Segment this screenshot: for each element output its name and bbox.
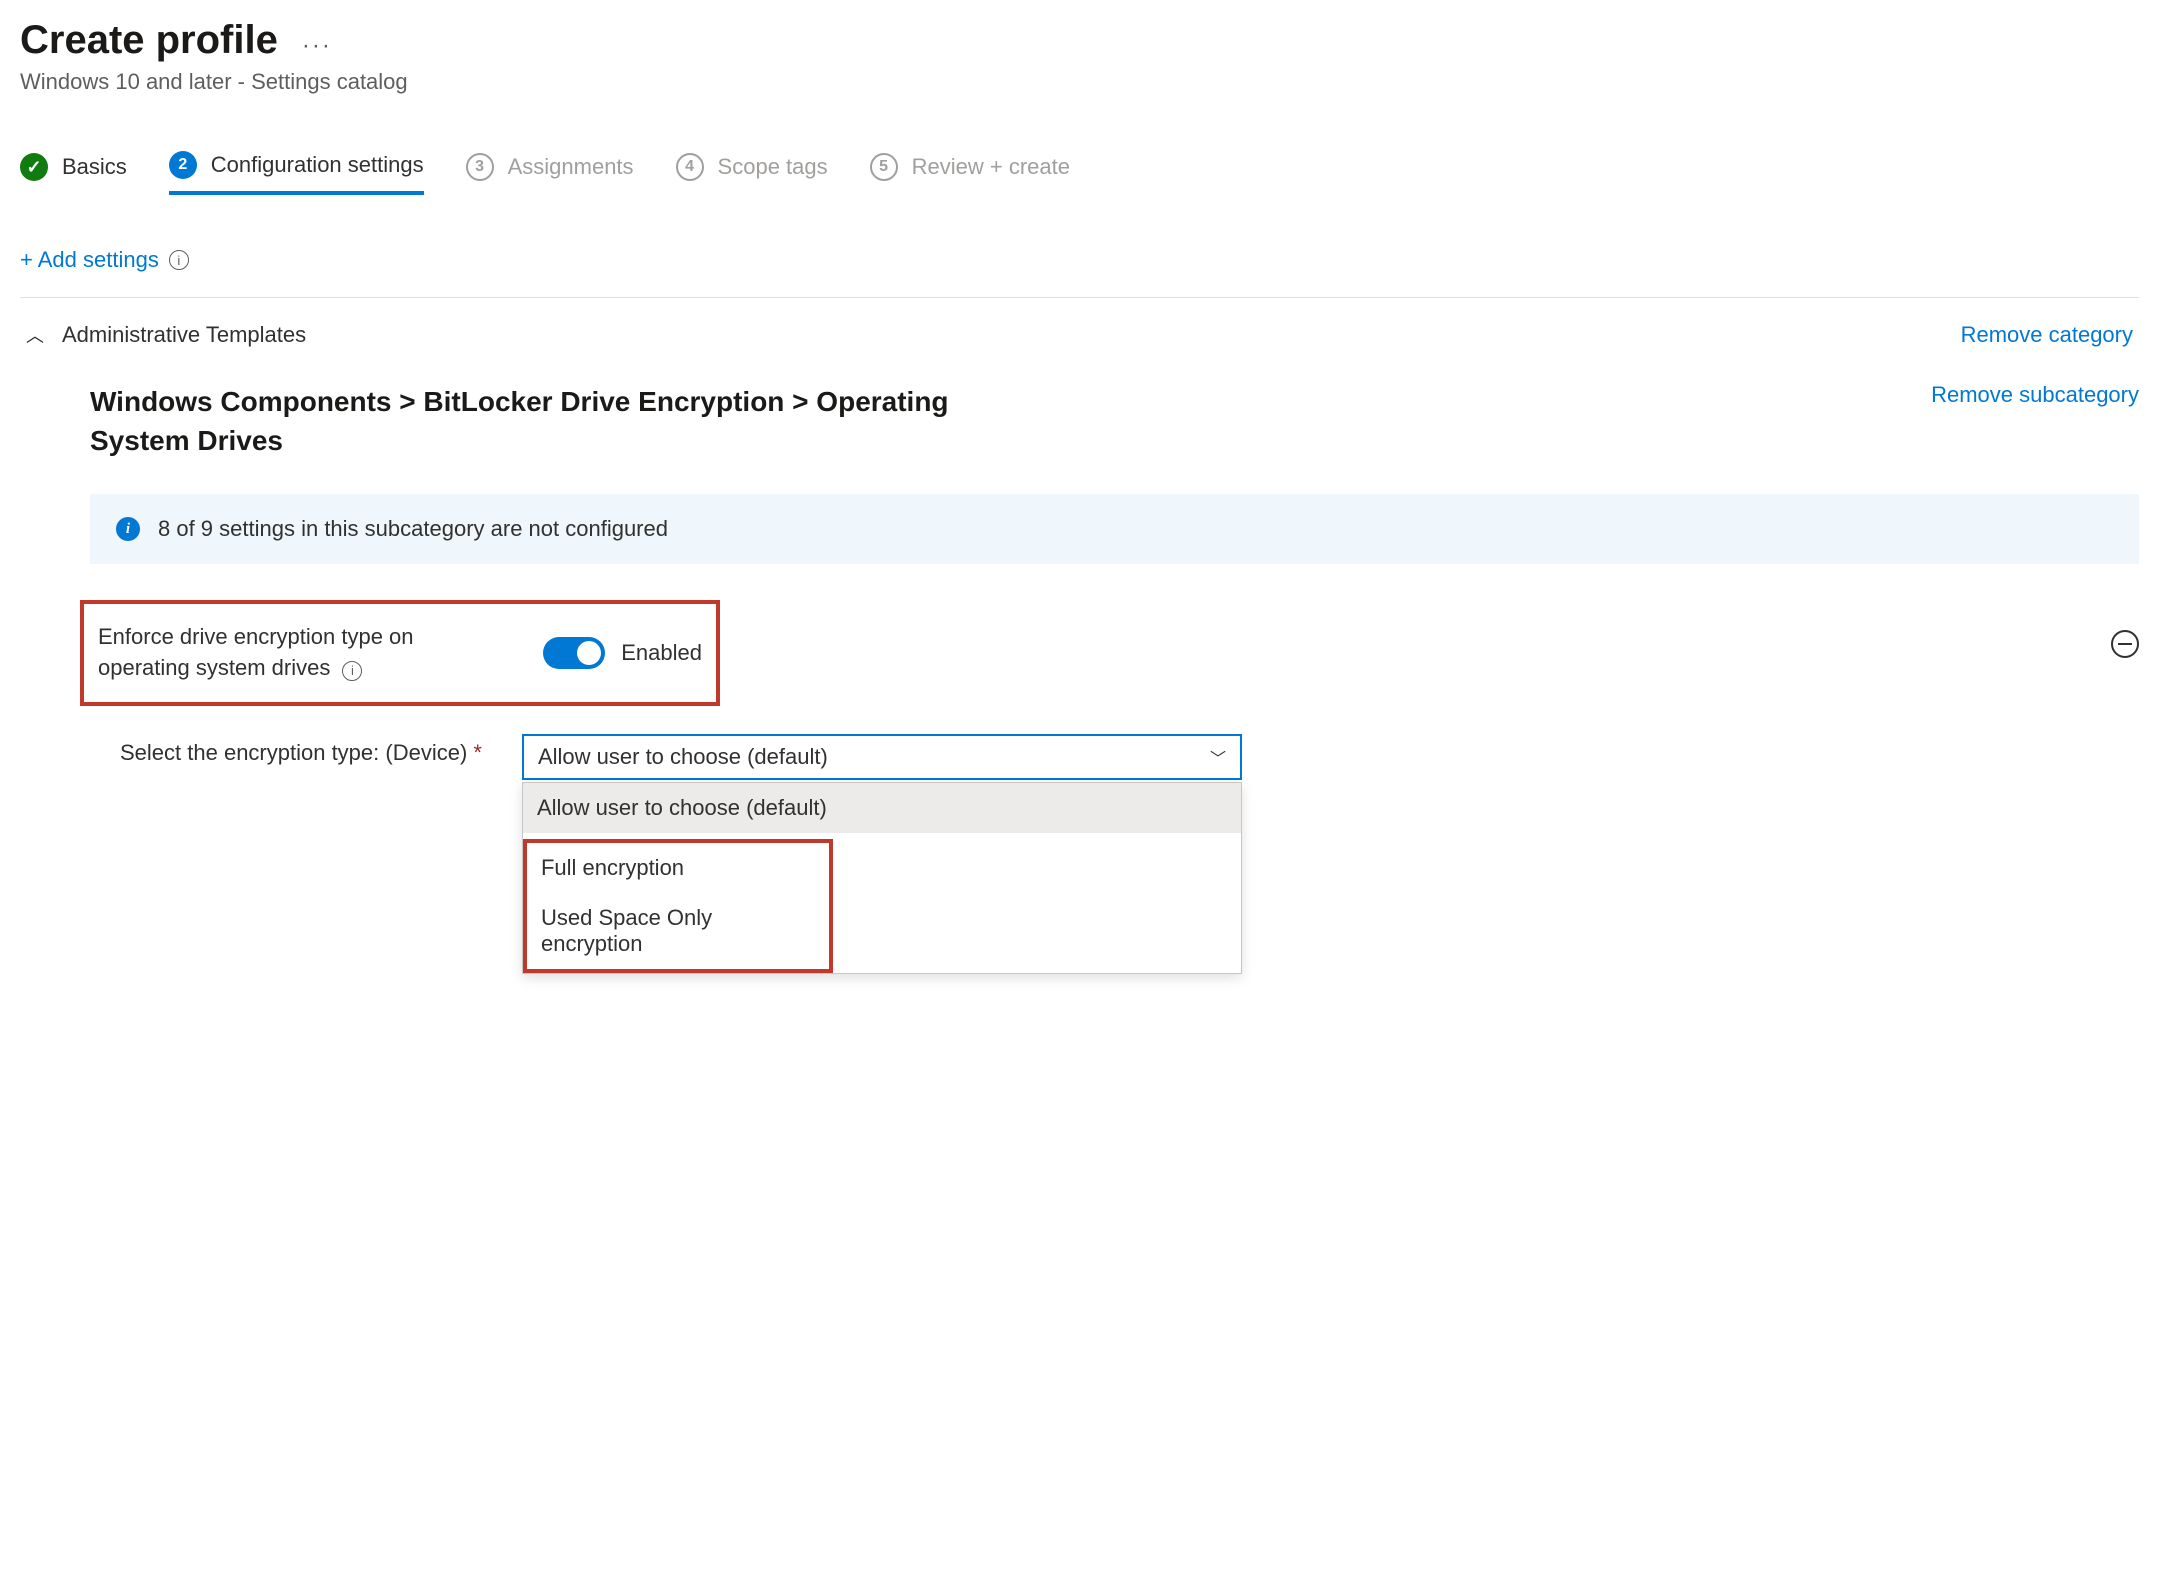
step-scope-tags[interactable]: 4 Scope tags: [676, 153, 828, 193]
dropdown-selected-value: Allow user to choose (default): [538, 744, 828, 770]
page-title: Create profile: [20, 18, 278, 63]
dropdown-option[interactable]: Full encryption: [527, 843, 829, 893]
toggle-state-label: Enabled: [621, 640, 702, 666]
step-label: Scope tags: [718, 154, 828, 180]
dropdown-list: Allow user to choose (default) Full encr…: [522, 782, 1242, 974]
info-icon[interactable]: i: [342, 661, 362, 681]
step-label: Review + create: [912, 154, 1070, 180]
remove-setting-button[interactable]: [2111, 630, 2139, 658]
step-basics[interactable]: ✓ Basics: [20, 153, 127, 193]
remove-category-link[interactable]: Remove category: [1961, 322, 2133, 348]
encryption-type-dropdown[interactable]: Allow user to choose (default) ﹀: [522, 734, 1242, 780]
step-number-icon: 2: [169, 151, 197, 179]
step-review-create[interactable]: 5 Review + create: [870, 153, 1070, 193]
step-assignments[interactable]: 3 Assignments: [466, 153, 634, 193]
step-label: Basics: [62, 154, 127, 180]
required-indicator: *: [473, 740, 482, 765]
category-title: Administrative Templates: [62, 322, 306, 348]
more-actions-button[interactable]: ···: [302, 32, 332, 60]
setting-toggle[interactable]: [543, 637, 605, 669]
divider: [20, 297, 2139, 298]
chevron-up-icon: ︿: [26, 322, 44, 348]
setting-enforce-encryption: Enforce drive encryption type on operati…: [80, 600, 720, 706]
category-toggle[interactable]: ︿ Administrative Templates: [26, 322, 306, 348]
info-bar-text: 8 of 9 settings in this subcategory are …: [158, 516, 668, 542]
chevron-down-icon: ﹀: [1210, 745, 1226, 769]
page-subtitle: Windows 10 and later - Settings catalog: [20, 69, 2139, 95]
info-icon[interactable]: i: [169, 250, 189, 270]
wizard-stepper: ✓ Basics 2 Configuration settings 3 Assi…: [20, 151, 2139, 195]
info-bar: i 8 of 9 settings in this subcategory ar…: [90, 494, 2139, 564]
step-label: Assignments: [508, 154, 634, 180]
toggle-knob: [577, 641, 601, 665]
dropdown-option[interactable]: Allow user to choose (default): [523, 783, 1241, 833]
setting-label: Enforce drive encryption type on operati…: [98, 622, 448, 684]
sub-setting-label: Select the encryption type: (Device) *: [120, 734, 482, 766]
step-number-icon: 3: [466, 153, 494, 181]
add-settings-link[interactable]: + Add settings: [20, 247, 159, 273]
info-icon: i: [116, 517, 140, 541]
step-label: Configuration settings: [211, 152, 424, 178]
remove-subcategory-link[interactable]: Remove subcategory: [1931, 382, 2139, 408]
subcategory-title: Windows Components > BitLocker Drive Enc…: [90, 382, 1010, 460]
step-number-icon: 4: [676, 153, 704, 181]
dropdown-option[interactable]: Used Space Only encryption: [527, 893, 829, 969]
step-configuration-settings[interactable]: 2 Configuration settings: [169, 151, 424, 195]
checkmark-icon: ✓: [20, 153, 48, 181]
step-number-icon: 5: [870, 153, 898, 181]
